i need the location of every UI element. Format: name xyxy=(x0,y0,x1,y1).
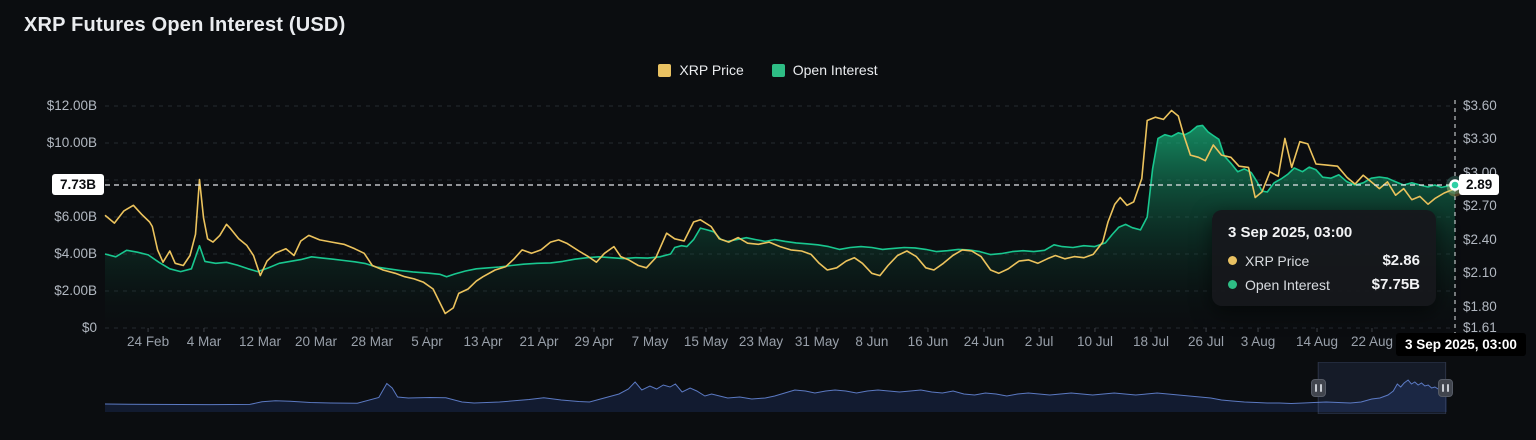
xrp-price-swatch-icon xyxy=(658,63,672,77)
x-axis-tick: 7 May xyxy=(631,334,669,349)
x-axis-tick: 31 May xyxy=(794,334,840,349)
navigator-left-handle[interactable] xyxy=(1310,379,1326,397)
x-axis-tick: 8 Jun xyxy=(855,334,889,349)
tooltip-series-label: XRP Price xyxy=(1245,252,1310,269)
x-axis-tick: 5 Apr xyxy=(411,334,443,349)
oi-chart-widget: XRP Futures Open Interest (USD) XRP Pric… xyxy=(0,0,1536,440)
x-axis-tick: 18 Jul xyxy=(1132,334,1169,349)
x-axis-tick: 4 Mar xyxy=(186,334,222,349)
x-axis-tick: 20 Mar xyxy=(294,334,338,349)
right-axis-tick: $2.70 xyxy=(1463,198,1497,214)
series-dot-icon xyxy=(1228,280,1237,289)
range-navigator[interactable] xyxy=(105,362,1447,414)
x-axis-tick: 3 Aug xyxy=(1240,334,1276,349)
x-axis-tick: 16 Jun xyxy=(907,334,949,349)
tooltip-rows: XRP Price $2.86 Open Interest $7.75B xyxy=(1228,252,1420,293)
x-axis-tick: 12 Mar xyxy=(238,334,281,349)
tooltip-series-label: Open Interest xyxy=(1245,276,1330,293)
x-axis-tick: 2 Jul xyxy=(1024,334,1054,349)
right-axis-tick: $3.60 xyxy=(1463,98,1497,113)
legend-label: XRP Price xyxy=(679,62,744,78)
x-axis-tick: 21 Apr xyxy=(519,334,559,349)
tooltip-series-value: $7.75B xyxy=(1371,276,1420,293)
tooltip-row: XRP Price $2.86 xyxy=(1228,252,1420,269)
x-axis-tick: 29 Apr xyxy=(574,334,614,349)
legend-item-xrp-price[interactable]: XRP Price xyxy=(658,62,744,78)
left-axis-tick: $4.00B xyxy=(54,246,97,261)
chart-legend: XRP Price Open Interest xyxy=(0,62,1536,78)
left-axis-tick: $2.00B xyxy=(54,283,97,298)
x-axis-tick: 28 Mar xyxy=(351,334,394,349)
page-title: XRP Futures Open Interest (USD) xyxy=(24,14,346,36)
left-axis-tick: $10.00B xyxy=(46,135,97,150)
crosshair-date-badge: 3 Sep 2025, 03:00 xyxy=(1396,333,1526,356)
x-axis-tick: 15 May xyxy=(683,334,729,349)
open-interest-axis-badge: 7.73B xyxy=(52,174,104,195)
tooltip-row: Open Interest $7.75B xyxy=(1228,276,1420,293)
left-axis-tick: $12.00B xyxy=(46,98,97,113)
series-dot-icon xyxy=(1228,256,1237,265)
right-axis-tick: $2.40 xyxy=(1463,231,1497,247)
x-axis-tick: 14 Aug xyxy=(1295,334,1339,349)
tooltip-series-value: $2.86 xyxy=(1382,252,1420,269)
x-axis-tick: 24 Jun xyxy=(963,334,1005,349)
x-axis-tick: 24 Feb xyxy=(127,334,170,349)
legend-label: Open Interest xyxy=(792,62,878,78)
left-axis-tick: $0 xyxy=(81,320,97,335)
open-interest-swatch-icon xyxy=(771,63,785,77)
legend-item-open-interest[interactable]: Open Interest xyxy=(771,62,878,78)
x-axis-tick: 10 Jul xyxy=(1076,334,1113,349)
x-axis-tick: 23 May xyxy=(738,334,784,349)
x-axis-tick: 26 Jul xyxy=(1188,334,1225,349)
navigator-right-handle[interactable] xyxy=(1438,379,1454,397)
left-axis-tick: $6.00B xyxy=(54,209,97,224)
x-axis-tick: 22 Aug xyxy=(1350,334,1393,349)
x-axis-tick: 13 Apr xyxy=(463,334,503,349)
right-axis-tick: $3.30 xyxy=(1463,131,1497,147)
price-axis-badge: 2.89 xyxy=(1459,174,1500,195)
chart-tooltip: 3 Sep 2025, 03:00 XRP Price $2.86 Open Int… xyxy=(1212,210,1436,306)
right-axis-tick: $1.80 xyxy=(1463,298,1497,314)
right-axis-tick: $2.10 xyxy=(1463,265,1497,281)
tooltip-date: 3 Sep 2025, 03:00 xyxy=(1228,224,1353,241)
